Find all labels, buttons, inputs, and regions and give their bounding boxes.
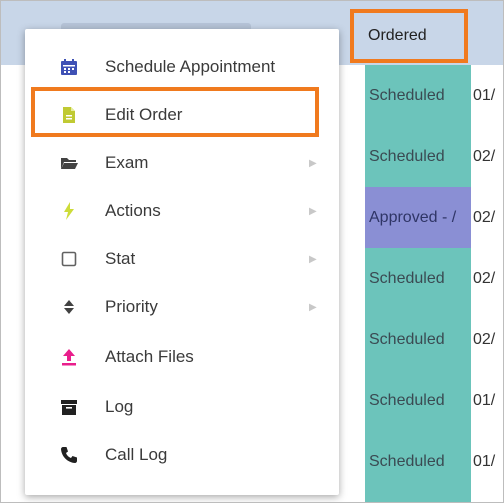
menu-item-label: Actions: [105, 201, 161, 220]
date-cell: 01/: [473, 452, 496, 470]
upload-icon: [58, 346, 80, 368]
checkbox-icon: [58, 248, 80, 270]
menu-item-edit-order[interactable]: Edit Order: [25, 93, 339, 137]
context-menu: Schedule Appointment Edit Order Exam ▶ A…: [25, 29, 339, 495]
status-cell: Scheduled: [369, 330, 445, 348]
archive-icon: [58, 396, 80, 418]
date-cell: 02/: [473, 208, 496, 226]
menu-item-label: Call Log: [105, 445, 168, 464]
menu-item-label: Log: [105, 397, 134, 416]
submenu-arrow-icon: ▶: [309, 253, 317, 265]
calendar-icon: [58, 56, 80, 78]
status-cell: Scheduled: [369, 86, 445, 104]
menu-item-call-log[interactable]: Call Log: [25, 433, 339, 477]
document-edit-icon: [58, 104, 80, 126]
status-cell: Approved - /: [365, 187, 471, 248]
date-cell: 01/: [473, 391, 496, 409]
submenu-arrow-icon: ▶: [309, 205, 317, 217]
menu-item-priority[interactable]: Priority ▶: [25, 285, 339, 329]
date-cell: 02/: [473, 269, 496, 287]
menu-item-label: Schedule Appointment: [105, 57, 276, 76]
menu-item-label: Attach Files: [105, 347, 194, 366]
menu-item-label: Priority: [105, 297, 158, 316]
status-cell: Scheduled: [369, 147, 445, 165]
folder-open-icon: [58, 152, 80, 174]
worklist-frame: Scheduled 01/ Scheduled 02/ Approved - /…: [0, 0, 504, 503]
menu-item-label: Exam: [105, 153, 149, 172]
menu-item-label: Stat: [105, 249, 136, 268]
menu-item-stat[interactable]: Stat ▶: [25, 237, 339, 281]
date-cell: 02/: [473, 147, 496, 165]
menu-item-actions[interactable]: Actions ▶: [25, 189, 339, 233]
status-cell: Scheduled: [369, 391, 445, 409]
menu-item-schedule-appointment[interactable]: Schedule Appointment: [25, 45, 339, 89]
menu-item-label: Edit Order: [105, 105, 183, 124]
status-cell: Scheduled: [369, 269, 445, 287]
submenu-arrow-icon: ▶: [309, 157, 317, 169]
ordered-column-header[interactable]: Ordered: [350, 9, 468, 63]
submenu-arrow-icon: ▶: [309, 301, 317, 313]
date-cell: 01/: [473, 86, 496, 104]
status-cell: Scheduled: [369, 452, 445, 470]
phone-icon: [58, 444, 80, 466]
lightning-icon: [58, 200, 80, 222]
menu-item-exam[interactable]: Exam ▶: [25, 141, 339, 185]
sort-icon: [58, 296, 80, 318]
date-cell: 02/: [473, 330, 496, 348]
menu-item-log[interactable]: Log: [25, 385, 339, 429]
menu-item-attach-files[interactable]: Attach Files: [25, 335, 339, 379]
